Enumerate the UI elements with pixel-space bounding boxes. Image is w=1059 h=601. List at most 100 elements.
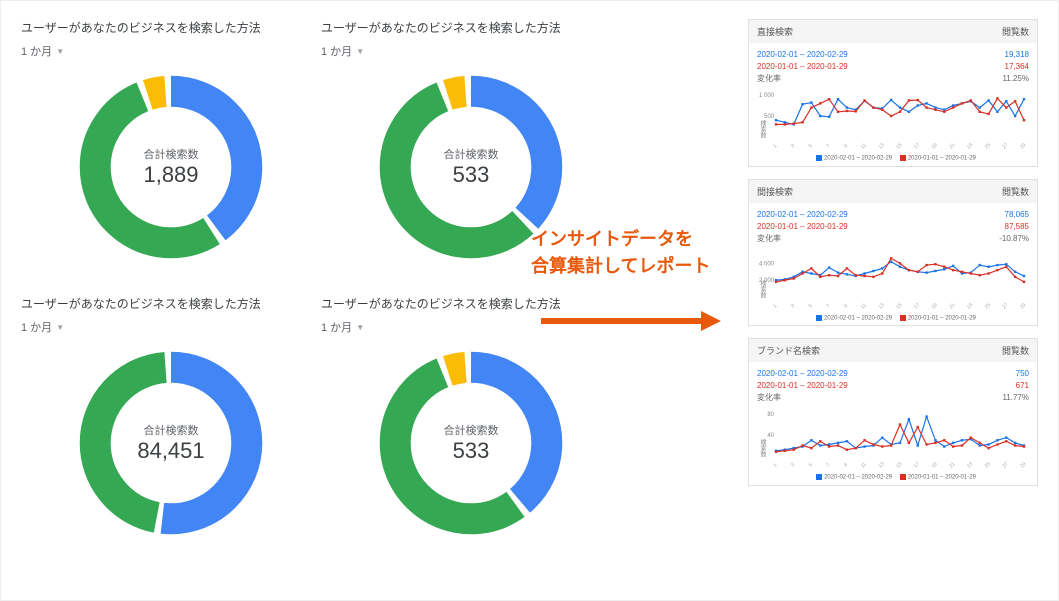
- legend-b: 2020-01-01 – 2020-01-29: [908, 315, 976, 321]
- svg-text:9: 9: [843, 462, 849, 468]
- legend-a: 2020-02-01 – 2020-02-29: [824, 156, 892, 162]
- svg-text:29: 29: [1019, 461, 1027, 468]
- svg-text:1: 1: [772, 303, 778, 309]
- svg-text:7: 7: [825, 462, 831, 468]
- svg-text:7: 7: [825, 303, 831, 309]
- svg-text:7: 7: [825, 143, 831, 149]
- range-b: 2020-01-01 – 2020-01-29: [757, 61, 848, 73]
- svg-text:29: 29: [1019, 142, 1027, 149]
- legend-b: 2020-01-01 – 2020-01-29: [908, 156, 976, 162]
- panel-metric: 閲覧数: [1002, 344, 1029, 357]
- panel-title: 直接検索: [757, 25, 793, 38]
- donut-center-value: 533: [444, 438, 499, 464]
- svg-text:17: 17: [913, 142, 921, 149]
- svg-text:23: 23: [966, 461, 974, 468]
- svg-text:21: 21: [948, 302, 956, 309]
- period-selector[interactable]: 1 か月 ▼: [21, 319, 64, 335]
- card-title: ユーザーがあなたのビジネスを検索した方法: [21, 295, 321, 312]
- svg-text:27: 27: [1001, 461, 1009, 468]
- legend: 2020-02-01 – 2020-02-29 2020-01-01 – 202…: [749, 155, 1037, 166]
- callout-line-1: インサイトデータを: [531, 226, 741, 253]
- svg-text:1 000: 1 000: [759, 93, 775, 99]
- svg-text:9: 9: [843, 303, 849, 309]
- range-b: 2020-01-01 – 2020-01-29: [757, 380, 848, 392]
- period-selector[interactable]: 1 か月 ▼: [321, 319, 364, 335]
- svg-text:11: 11: [860, 302, 868, 309]
- panel-direct-search: 直接検索 閲覧数 2020-02-01 – 2020-02-29 19,318 2…: [748, 19, 1038, 167]
- donut-center-label: 合計検索数: [143, 146, 198, 162]
- svg-text:25: 25: [984, 302, 992, 309]
- svg-text:3: 3: [790, 143, 796, 149]
- legend: 2020-02-01 – 2020-02-29 2020-01-01 – 202…: [749, 315, 1037, 326]
- svg-text:検索数: 検索数: [759, 438, 766, 458]
- chevron-down-icon: ▼: [356, 47, 364, 56]
- legend: 2020-02-01 – 2020-02-29 2020-01-01 – 202…: [749, 474, 1037, 485]
- line-chart-1: 2 0004 000検索数1357911131517192123252729: [749, 249, 1037, 315]
- range-b: 2020-01-01 – 2020-01-29: [757, 221, 848, 233]
- svg-text:13: 13: [877, 302, 885, 309]
- svg-text:9: 9: [843, 143, 849, 149]
- value-a: 750: [1016, 368, 1029, 380]
- donut-card-3: ユーザーがあなたのビジネスを検索した方法 1 か月 ▼ 合計検索数 533: [321, 295, 621, 543]
- period-selector[interactable]: 1 か月 ▼: [321, 43, 364, 59]
- period-label: 1 か月: [321, 43, 352, 59]
- svg-text:27: 27: [1001, 142, 1009, 149]
- range-a: 2020-02-01 – 2020-02-29: [757, 49, 848, 61]
- legend-a: 2020-02-01 – 2020-02-29: [824, 315, 892, 321]
- donut-card-0: ユーザーがあなたのビジネスを検索した方法 1 か月 ▼ 合計検索数 1,889: [21, 19, 321, 267]
- donut-chart-0: 合計検索数 1,889: [71, 67, 271, 267]
- svg-text:5: 5: [808, 143, 814, 149]
- svg-text:3: 3: [790, 303, 796, 309]
- svg-text:4 000: 4 000: [759, 261, 775, 267]
- panel-title: 間接検索: [757, 185, 793, 198]
- svg-text:25: 25: [984, 461, 992, 468]
- period-label: 1 か月: [321, 319, 352, 335]
- svg-text:検索数: 検索数: [759, 119, 766, 139]
- svg-text:25: 25: [984, 142, 992, 149]
- svg-text:1: 1: [772, 462, 778, 468]
- range-a: 2020-02-01 – 2020-02-29: [757, 209, 848, 221]
- line-chart-2: 4080検索数1357911131517192123252729: [749, 408, 1037, 474]
- report-panels: 直接検索 閲覧数 2020-02-01 – 2020-02-29 19,318 2…: [748, 19, 1038, 486]
- range-a: 2020-02-01 – 2020-02-29: [757, 368, 848, 380]
- value-b: 17,364: [1005, 61, 1029, 73]
- svg-text:検索数: 検索数: [759, 279, 766, 299]
- svg-text:21: 21: [948, 461, 956, 468]
- donut-center-label: 合計検索数: [444, 422, 499, 438]
- value-a: 78,065: [1005, 209, 1029, 221]
- value-b: 87,585: [1005, 221, 1029, 233]
- rate-value: 11.77%: [1002, 392, 1029, 404]
- svg-text:11: 11: [860, 142, 868, 149]
- donut-center-value: 84,451: [137, 438, 204, 464]
- rate-label: 変化率: [757, 73, 781, 85]
- card-title: ユーザーがあなたのビジネスを検索した方法: [21, 19, 321, 36]
- panel-brand-search: ブランド名検索 閲覧数 2020-02-01 – 2020-02-29 750 2…: [748, 338, 1038, 486]
- donut-center-value: 1,889: [143, 162, 198, 188]
- arrow-icon: [541, 311, 721, 331]
- svg-text:15: 15: [895, 142, 903, 149]
- line-chart-0: 5001 000検索数1357911131517192123252729: [749, 89, 1037, 155]
- chevron-down-icon: ▼: [56, 323, 64, 332]
- callout-line-2: 合算集計してレポート: [531, 253, 741, 280]
- donut-center-label: 合計検索数: [444, 146, 499, 162]
- svg-text:5: 5: [808, 303, 814, 309]
- rate-value: -10.87%: [999, 233, 1029, 245]
- panel-metric: 閲覧数: [1002, 185, 1029, 198]
- period-selector[interactable]: 1 か月 ▼: [21, 43, 64, 59]
- svg-text:23: 23: [966, 302, 974, 309]
- svg-text:3: 3: [790, 462, 796, 468]
- panel-title: ブランド名検索: [757, 344, 820, 357]
- value-a: 19,318: [1005, 49, 1029, 61]
- svg-text:27: 27: [1001, 302, 1009, 309]
- card-title: ユーザーがあなたのビジネスを検索した方法: [321, 295, 621, 312]
- chevron-down-icon: ▼: [56, 47, 64, 56]
- donut-card-2: ユーザーがあなたのビジネスを検索した方法 1 か月 ▼ 合計検索数 84,451: [21, 295, 321, 543]
- svg-text:19: 19: [931, 302, 939, 309]
- svg-text:13: 13: [877, 461, 885, 468]
- panel-metric: 閲覧数: [1002, 25, 1029, 38]
- svg-text:29: 29: [1019, 302, 1027, 309]
- svg-text:5: 5: [808, 462, 814, 468]
- svg-text:19: 19: [931, 461, 939, 468]
- donut-center-value: 533: [444, 162, 499, 188]
- svg-text:23: 23: [966, 142, 974, 149]
